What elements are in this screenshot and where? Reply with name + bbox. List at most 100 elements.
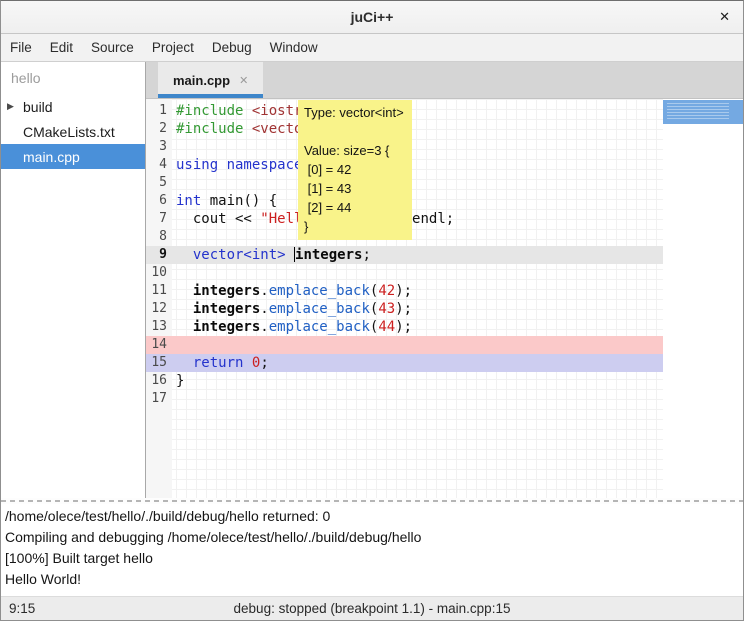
code-text xyxy=(172,336,176,354)
token: . xyxy=(260,301,268,317)
token: vector<int> xyxy=(193,247,286,263)
tooltip-line xyxy=(304,122,406,141)
code-line[interactable]: 17 xyxy=(146,390,663,408)
code-line[interactable]: 10 xyxy=(146,264,663,282)
token: return xyxy=(193,355,244,371)
pane-divider-handle[interactable] xyxy=(1,498,743,504)
window-title: juCi++ xyxy=(351,9,394,25)
sidebar-item-build[interactable]: ▶build xyxy=(1,94,145,119)
code-line[interactable]: 14 xyxy=(146,336,663,354)
menu-item-file[interactable]: File xyxy=(1,34,41,61)
token: ); xyxy=(395,301,412,317)
minimap xyxy=(663,99,743,498)
line-number[interactable]: 3 xyxy=(146,138,172,156)
line-number[interactable]: 4 xyxy=(146,156,172,174)
token: 44 xyxy=(378,319,395,335)
line-number[interactable]: 9 xyxy=(146,246,172,264)
code-line[interactable]: 11 integers.emplace_back(42); xyxy=(146,282,663,300)
terminal-output[interactable]: /home/olece/test/hello/./build/debug/hel… xyxy=(1,504,743,596)
code-line[interactable]: 12 integers.emplace_back(43); xyxy=(146,300,663,318)
token: ); xyxy=(395,283,412,299)
tooltip-line: [0] = 42 xyxy=(304,160,406,179)
token xyxy=(286,247,294,263)
file-tree: ▶build CMakeLists.txt main.cpp xyxy=(1,94,145,169)
menu-item-window[interactable]: Window xyxy=(261,34,327,61)
line-number[interactable]: 17 xyxy=(146,390,172,408)
code-text xyxy=(172,228,176,246)
app-window: juCi++ ✕ FileEditSourceProjectDebugWindo… xyxy=(0,0,744,621)
line-number[interactable]: 16 xyxy=(146,372,172,390)
menu-item-edit[interactable]: Edit xyxy=(41,34,82,61)
code-text xyxy=(172,174,176,192)
menu-item-source[interactable]: Source xyxy=(82,34,143,61)
line-number[interactable]: 12 xyxy=(146,300,172,318)
token: 42 xyxy=(378,283,395,299)
token: emplace_back xyxy=(269,283,370,299)
debug-value-tooltip: Type: vector<int> Value: size=3 { [0] = … xyxy=(298,100,412,240)
token: main() { xyxy=(201,193,277,209)
minimap-slider[interactable] xyxy=(663,100,743,124)
code-line[interactable]: 16} xyxy=(146,372,663,390)
editor-area[interactable]: 1#include <iostream>2#include <vector>34… xyxy=(146,99,743,498)
status-bar: debug: stopped (breakpoint 1.1) - main.c… xyxy=(1,596,743,620)
line-number[interactable]: 5 xyxy=(146,174,172,192)
token xyxy=(176,355,193,371)
line-number[interactable]: 14 xyxy=(146,336,172,354)
code-text: return 0; xyxy=(172,354,269,372)
token: using namespace xyxy=(176,157,302,173)
code-text xyxy=(172,390,176,408)
code-text xyxy=(172,138,176,156)
sidebar-item-main.cpp[interactable]: main.cpp xyxy=(1,144,145,169)
code-text: vector<int> integers; xyxy=(172,246,371,264)
code-line[interactable]: 15 return 0; xyxy=(146,354,663,372)
token: emplace_back xyxy=(269,319,370,335)
editor-pane: main.cpp✕ 1#include <iostream>2#include … xyxy=(146,62,743,498)
line-number[interactable]: 10 xyxy=(146,264,172,282)
token: integers xyxy=(193,319,260,335)
line-number[interactable]: 7 xyxy=(146,210,172,228)
line-number[interactable]: 6 xyxy=(146,192,172,210)
cursor-position: 9:15 xyxy=(9,601,35,616)
token: #include xyxy=(176,103,252,119)
tab-bar: main.cpp✕ xyxy=(146,62,743,99)
token: integers xyxy=(295,247,362,263)
token: . xyxy=(260,283,268,299)
token: cout << xyxy=(176,211,260,227)
menu-bar: FileEditSourceProjectDebugWindow xyxy=(1,34,743,62)
menu-item-project[interactable]: Project xyxy=(143,34,203,61)
token: 43 xyxy=(378,301,395,317)
tab-close-icon[interactable]: ✕ xyxy=(239,74,248,87)
project-name-label: hello xyxy=(1,62,145,94)
token: integers xyxy=(193,301,260,317)
code-text: integers.emplace_back(42); xyxy=(172,282,412,300)
tooltip-line: [2] = 44 xyxy=(304,198,406,217)
terminal-line: /home/olece/test/hello/./build/debug/hel… xyxy=(5,506,743,527)
token xyxy=(176,247,193,263)
terminal-line: Compiling and debugging /home/olece/test… xyxy=(5,527,743,548)
line-number[interactable]: 2 xyxy=(146,120,172,138)
line-number[interactable]: 8 xyxy=(146,228,172,246)
code-text: integers.emplace_back(44); xyxy=(172,318,412,336)
code-text: int main() { xyxy=(172,192,277,210)
token: } xyxy=(176,373,184,389)
line-number[interactable]: 1 xyxy=(146,102,172,120)
token: ; xyxy=(260,355,268,371)
menu-item-debug[interactable]: Debug xyxy=(203,34,261,61)
file-tree-label: main.cpp xyxy=(23,149,80,165)
token: emplace_back xyxy=(269,301,370,317)
token xyxy=(176,319,193,335)
line-number[interactable]: 15 xyxy=(146,354,172,372)
close-icon[interactable]: ✕ xyxy=(719,9,730,25)
code-line[interactable]: 9 vector<int> integers; xyxy=(146,246,663,264)
line-number[interactable]: 13 xyxy=(146,318,172,336)
sidebar-item-cmakelists.txt[interactable]: CMakeLists.txt xyxy=(1,119,145,144)
line-number[interactable]: 11 xyxy=(146,282,172,300)
expander-triangle-icon: ▶ xyxy=(7,101,23,112)
code-text: } xyxy=(172,372,184,390)
tab-main.cpp[interactable]: main.cpp✕ xyxy=(158,62,263,98)
file-tree-label: build xyxy=(23,99,53,115)
tooltip-line: Value: size=3 { xyxy=(304,141,406,160)
code-line[interactable]: 13 integers.emplace_back(44); xyxy=(146,318,663,336)
terminal-line: [100%] Built target hello xyxy=(5,548,743,569)
file-tree-label: CMakeLists.txt xyxy=(23,124,115,140)
